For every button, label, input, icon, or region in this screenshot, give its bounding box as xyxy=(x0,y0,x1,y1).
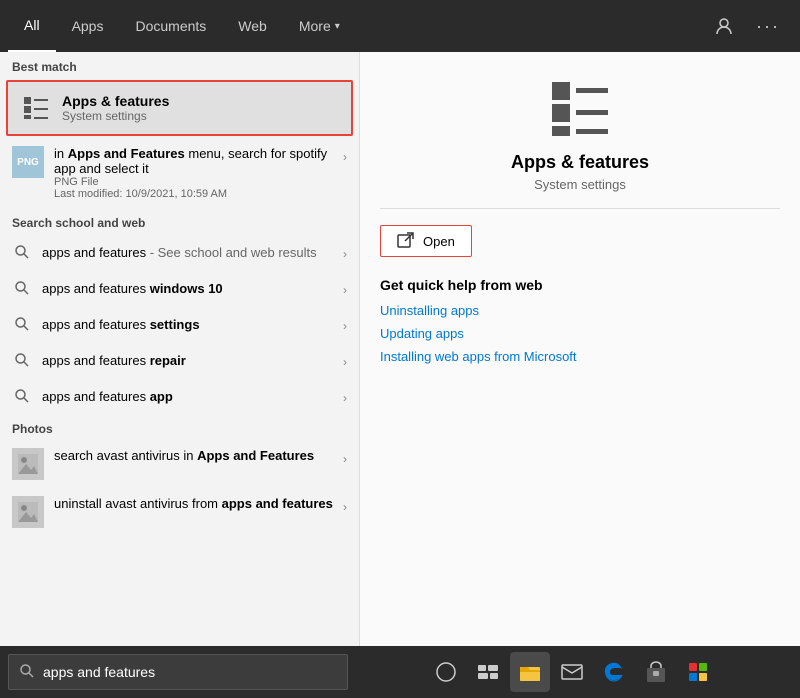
taskbar-icons xyxy=(352,652,792,692)
web-item-text-1: apps and features windows 10 xyxy=(42,281,343,296)
file-text: in Apps and Features menu, search for sp… xyxy=(54,146,343,200)
search-input-wrap[interactable] xyxy=(8,654,348,690)
file-result-item[interactable]: PNG in Apps and Features menu, search fo… xyxy=(0,138,359,208)
more-options-icon[interactable]: ··· xyxy=(752,10,784,42)
search-icon-0 xyxy=(12,242,32,262)
quick-link-1[interactable]: Updating apps xyxy=(380,326,780,341)
tab-more[interactable]: More ▾ xyxy=(283,0,356,52)
right-app-icon xyxy=(380,72,780,144)
top-nav: All Apps Documents Web More ▾ ··· xyxy=(0,0,800,52)
web-item-text-2: apps and features settings xyxy=(42,317,343,332)
photos-text-1: uninstall avast antivirus from apps and … xyxy=(54,496,333,511)
taskbar-edge-btn[interactable] xyxy=(594,652,634,692)
open-button[interactable]: Open xyxy=(380,225,472,257)
user-icon[interactable] xyxy=(708,10,740,42)
tab-apps[interactable]: Apps xyxy=(56,0,120,52)
best-match-item[interactable]: Apps & features System settings xyxy=(6,80,353,136)
open-icon xyxy=(397,232,415,250)
photos-arrow-1: › xyxy=(343,496,347,514)
photos-title-1: uninstall avast antivirus from apps and … xyxy=(54,496,333,511)
search-icon-1 xyxy=(12,278,32,298)
web-item-arrow-3: › xyxy=(343,351,347,369)
web-item-arrow-2: › xyxy=(343,315,347,333)
search-input[interactable] xyxy=(43,664,337,680)
web-item-text-0: apps and features - See school and web r… xyxy=(42,245,343,260)
photos-label: Photos xyxy=(0,414,359,440)
taskbar-explorer-btn[interactable] xyxy=(510,652,550,692)
search-icon-4 xyxy=(12,386,32,406)
web-item-4[interactable]: apps and features app › xyxy=(0,378,359,414)
taskbar-xbox-btn[interactable] xyxy=(678,652,718,692)
tab-documents[interactable]: Documents xyxy=(119,0,222,52)
web-item-arrow-0: › xyxy=(343,243,347,261)
web-item-arrow-4: › xyxy=(343,387,347,405)
photos-item-1[interactable]: uninstall avast antivirus from apps and … xyxy=(0,488,359,536)
bottom-bar xyxy=(0,646,800,698)
right-app-name: Apps & features xyxy=(380,152,780,173)
file-icon: PNG xyxy=(12,146,44,178)
taskbar-taskview-btn[interactable] xyxy=(468,652,508,692)
photo-icon-0 xyxy=(12,448,44,480)
apps-features-icon xyxy=(20,92,52,124)
best-match-label: Best match xyxy=(0,52,359,78)
taskbar-cortana-btn[interactable] xyxy=(426,652,466,692)
search-icon-bottom xyxy=(19,663,35,682)
taskbar-store-btn[interactable] xyxy=(636,652,676,692)
file-type: PNG File xyxy=(54,176,343,188)
photos-text-0: search avast antivirus in Apps and Featu… xyxy=(54,448,314,463)
search-school-web-label: Search school and web xyxy=(0,208,359,234)
main-content: Best match Apps & features System settin… xyxy=(0,52,800,646)
quick-link-0[interactable]: Uninstalling apps xyxy=(380,303,780,318)
best-match-title: Apps & features xyxy=(62,93,169,109)
tab-all[interactable]: All xyxy=(8,0,56,52)
photos-arrow-0: › xyxy=(343,448,347,466)
web-item-text-4: apps and features app xyxy=(42,389,343,404)
right-panel: Apps & features System settings Open Get… xyxy=(360,52,800,646)
file-title: in Apps and Features menu, search for sp… xyxy=(54,146,343,176)
best-match-subtitle: System settings xyxy=(62,109,169,123)
web-item-0[interactable]: apps and features - See school and web r… xyxy=(0,234,359,270)
web-item-1[interactable]: apps and features windows 10 › xyxy=(0,270,359,306)
left-panel: Best match Apps & features System settin… xyxy=(0,52,360,646)
web-item-text-3: apps and features repair xyxy=(42,353,343,368)
more-arrow: ▾ xyxy=(335,21,340,32)
photos-item-0[interactable]: search avast antivirus in Apps and Featu… xyxy=(0,440,359,488)
web-item-3[interactable]: apps and features repair › xyxy=(0,342,359,378)
taskbar-mail-btn[interactable] xyxy=(552,652,592,692)
search-icon-2 xyxy=(12,314,32,334)
quick-help-title: Get quick help from web xyxy=(380,277,780,293)
file-result-arrow: › xyxy=(343,146,347,164)
right-divider xyxy=(380,208,780,209)
web-item-arrow-1: › xyxy=(343,279,347,297)
file-modified: Last modified: 10/9/2021, 10:59 AM xyxy=(54,188,343,200)
photos-title-0: search avast antivirus in Apps and Featu… xyxy=(54,448,314,463)
quick-link-2[interactable]: Installing web apps from Microsoft xyxy=(380,349,780,364)
tab-web[interactable]: Web xyxy=(222,0,283,52)
best-match-text: Apps & features System settings xyxy=(62,93,169,123)
photo-icon-1 xyxy=(12,496,44,528)
nav-icons: ··· xyxy=(708,10,792,42)
right-app-sub: System settings xyxy=(380,177,780,192)
search-icon-3 xyxy=(12,350,32,370)
web-item-2[interactable]: apps and features settings › xyxy=(0,306,359,342)
